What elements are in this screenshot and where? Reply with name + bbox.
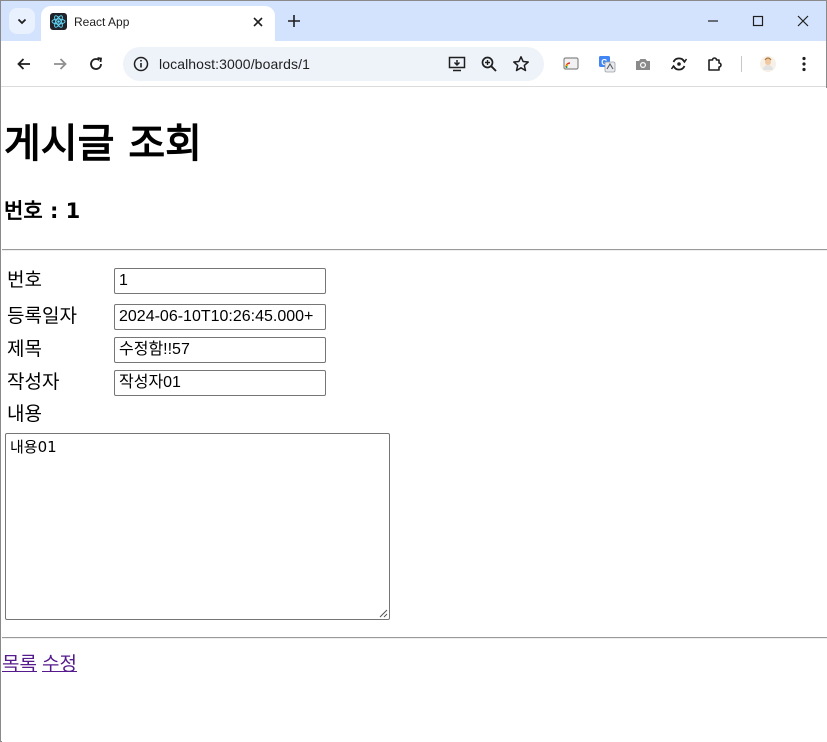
content-textarea[interactable]: 내용01 [5,433,390,620]
writer-field[interactable]: 작성자01 [114,370,326,396]
arrow-left-icon [17,58,30,70]
chevron-down-icon [17,18,27,25]
profile-button[interactable] [758,54,778,74]
divider-top [2,249,827,251]
extension-translate-button[interactable]: G [597,54,617,74]
close-icon [797,15,809,27]
maximize-button[interactable] [736,6,780,36]
content-text: 내용01 [10,438,57,456]
avatar-icon [760,56,776,72]
forward-button[interactable] [47,51,73,77]
star-icon [513,56,529,72]
zoom-button[interactable] [479,54,499,74]
extension-sync-button[interactable] [669,54,689,74]
reload-button[interactable] [83,51,109,77]
address-bar[interactable]: localhost:3000/boards/1 [123,47,544,81]
tab-search-button[interactable] [9,8,35,34]
tab-close-button[interactable] [248,12,268,32]
zoom-icon [481,56,497,72]
install-app-icon [448,56,466,72]
browser-menu-button[interactable] [794,54,814,74]
extension-cast-button[interactable] [561,54,581,74]
arrow-right-icon [54,58,67,70]
close-window-button[interactable] [781,6,825,36]
kebab-menu-icon [802,56,806,72]
plus-icon [288,15,300,27]
title-field[interactable]: 수정함!!57 [114,337,326,363]
active-tab[interactable]: React App [41,6,275,41]
camera-icon [636,59,650,70]
extensions-button[interactable] [705,54,725,74]
minimize-button[interactable] [691,6,735,36]
number-field[interactable]: 1 [114,268,326,294]
cast-extension-icon [563,57,579,70]
tab-strip: React App [1,1,826,41]
react-favicon-icon [50,13,67,30]
bookmark-button[interactable] [511,54,531,74]
field-label-writer: 작성자 [7,371,60,393]
list-link[interactable]: 목록 [2,651,37,677]
url-text: localhost:3000/boards/1 [159,56,310,72]
field-label-number: 번호 [7,269,42,291]
browser-window: React App localhost:3000/boards/1 G 게시글 … [0,0,827,742]
date-field[interactable]: 2024-06-10T10:26:45.000+ [114,304,326,330]
reload-icon [90,57,103,70]
new-tab-button[interactable] [282,10,306,32]
tab-title: React App [74,15,130,29]
divider-bottom [2,637,827,639]
field-label-title: 제목 [7,338,42,360]
info-icon [133,56,149,72]
install-app-button[interactable] [447,54,467,74]
extension-camera-button[interactable] [633,54,653,74]
field-label-content: 내용 [7,403,42,425]
field-label-date: 등록일자 [7,305,77,327]
site-info-button[interactable] [131,54,151,74]
puzzle-icon [708,57,722,71]
back-button[interactable] [11,51,37,77]
translate-icon: G [599,56,616,73]
sync-icon [670,57,688,71]
browser-toolbar: localhost:3000/boards/1 G [1,41,826,87]
page-title: 게시글 조회 [4,121,202,167]
minimize-icon [708,20,718,22]
toolbar-separator [741,56,742,72]
page-content: 게시글 조회 번호 : 1 번호 1 등록일자 2024-06-10T10:26… [2,88,827,742]
resize-grip-icon[interactable] [378,608,388,618]
edit-link[interactable]: 수정 [42,651,77,677]
post-number-heading: 번호 : 1 [4,199,81,223]
maximize-icon [752,15,764,27]
close-icon [253,17,263,27]
